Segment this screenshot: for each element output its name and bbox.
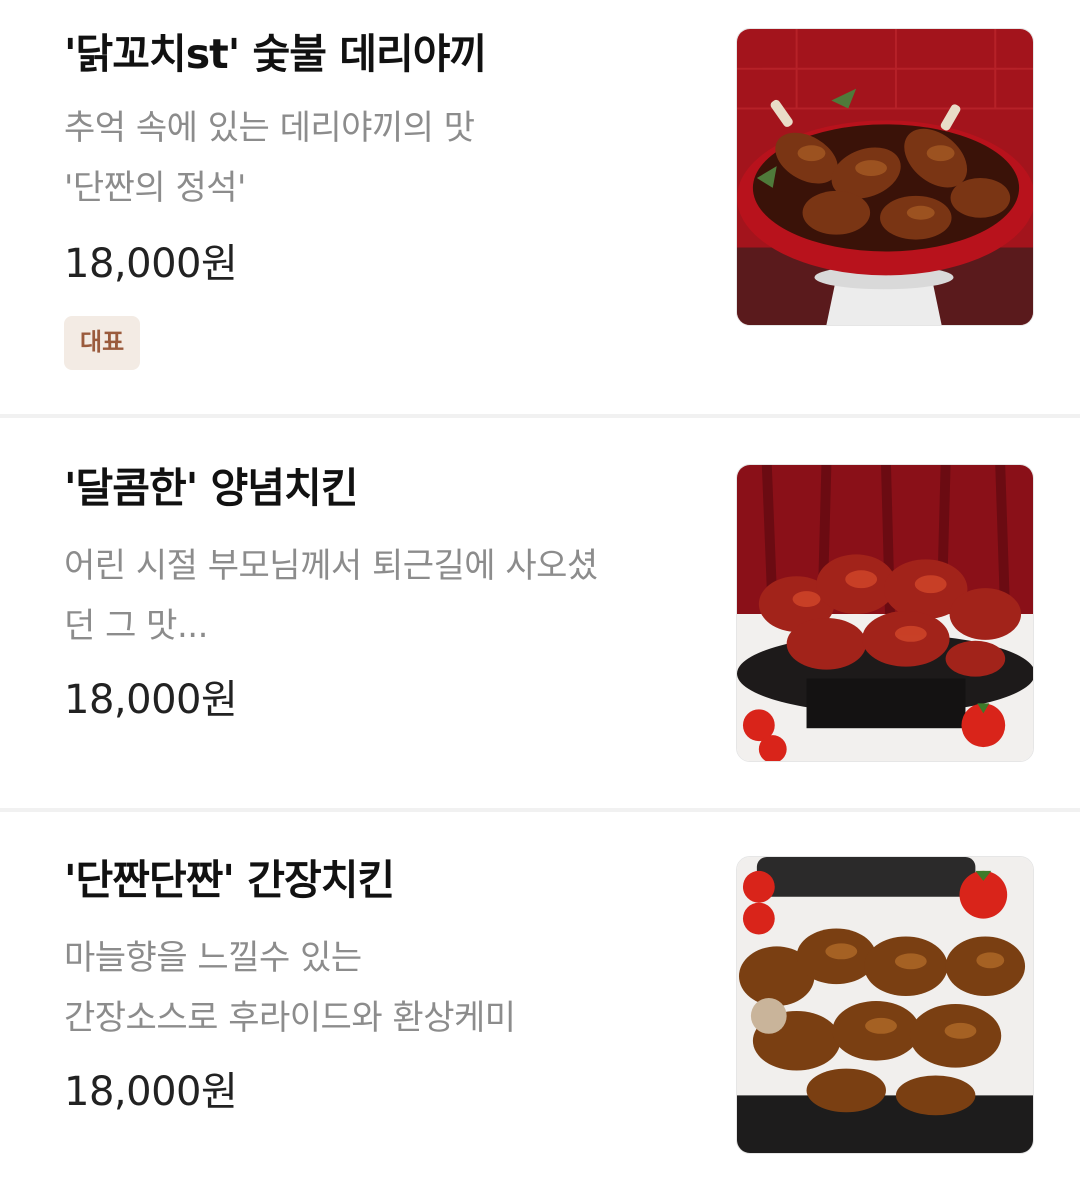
menu-item-image[interactable] [736,856,1034,1154]
menu-item-description: 마늘향을 느낄수 있는 간장소스로 후라이드와 환상케미 [64,928,516,1048]
sweet-seasoned-chicken-photo-icon [737,465,1033,761]
menu-item-price: 18,000원 [64,1069,238,1115]
teriyaki-chicken-photo-icon [737,29,1033,325]
soy-sauce-chicken-photo-icon [737,857,1033,1153]
menu-item-image[interactable] [736,464,1034,762]
signature-badge: 대표 [64,316,141,370]
menu-list: '닭꼬치st' 숯불 데리야끼 추억 속에 있는 데리야끼의 맛 '단짠의 정석… [0,0,1080,1192]
menu-item-soy[interactable]: '단짠단짠' 간장치킨 마늘향을 느낄수 있는 간장소스로 후라이드와 환상케미… [0,812,1080,1192]
menu-item-title: '닭꼬치st' 숯불 데리야끼 [64,30,487,78]
description-line: 간장소스로 후라이드와 환상케미 [64,998,516,1038]
description-line: 마늘향을 느낄수 있는 [64,938,362,978]
menu-item-price: 18,000원 [64,677,238,723]
description-line: 추억 속에 있는 데리야끼의 맛 [64,108,475,148]
menu-item-seasoned[interactable]: '달콤한' 양념치킨 어린 시절 부모님께서 퇴근길에 사오셨 던 그 맛...… [0,418,1080,808]
menu-item-image[interactable] [736,28,1034,326]
menu-item-teriyaki[interactable]: '닭꼬치st' 숯불 데리야끼 추억 속에 있는 데리야끼의 맛 '단짠의 정석… [0,0,1080,414]
menu-item-title: '단짠단짠' 간장치킨 [64,856,395,904]
description-line: 던 그 맛... [64,606,208,646]
description-line: '단짠의 정석' [64,168,246,208]
menu-item-title: '달콤한' 양념치킨 [64,464,358,512]
menu-item-description: 추억 속에 있는 데리야끼의 맛 '단짠의 정석' [64,98,475,218]
menu-item-description: 어린 시절 부모님께서 퇴근길에 사오셨 던 그 맛... [64,536,598,656]
description-line: 어린 시절 부모님께서 퇴근길에 사오셨 [64,546,598,586]
menu-item-price: 18,000원 [64,241,238,287]
